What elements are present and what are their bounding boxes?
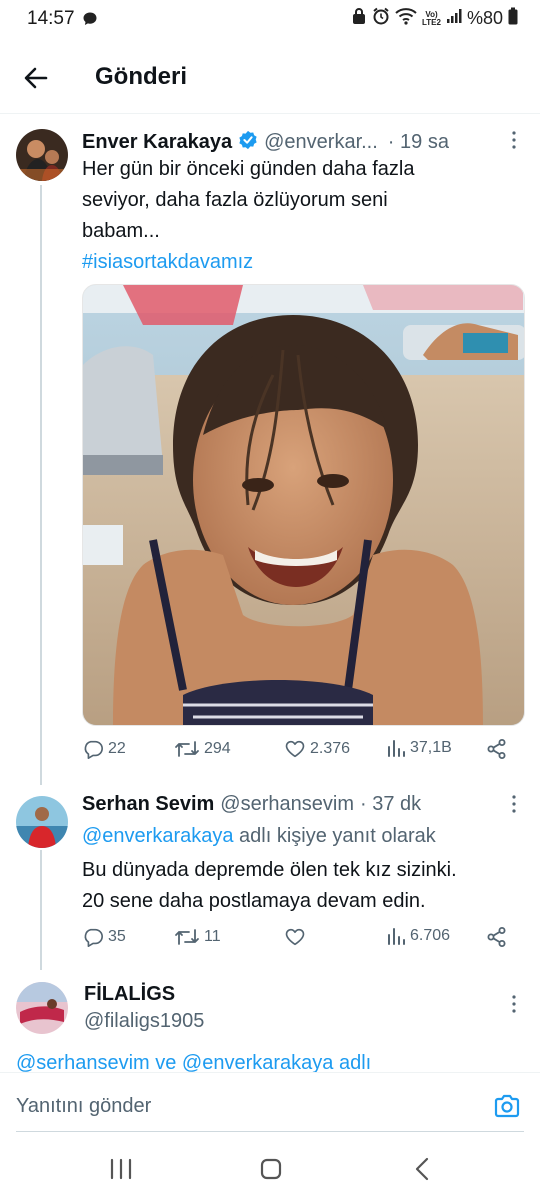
reply-input[interactable]: Yanıtını gönder	[16, 1095, 151, 1118]
tweet-actions: 35 11 6.706	[82, 926, 512, 956]
replying-to: @enverkarakaya adlı kişiye yanıt olarak	[82, 821, 436, 852]
like-button[interactable]	[284, 926, 310, 948]
author-name[interactable]: FİLALİGS	[84, 983, 175, 1006]
camera-button[interactable]	[492, 1091, 522, 1121]
tweet-actions: 22 294 2.376 37,1B	[82, 738, 512, 768]
author-handle[interactable]: @filaligs1905	[84, 1010, 204, 1033]
retweet-button[interactable]: 11	[174, 926, 221, 948]
status-bar: 14:57 Vo) LTE2 %80	[0, 0, 540, 40]
tweet-text: Her gün bir önceki günden daha fazla sev…	[82, 154, 414, 278]
recents-icon	[110, 1158, 132, 1180]
message-notification-icon	[82, 11, 98, 32]
page-title: Gönderi	[95, 63, 188, 90]
chevron-left-icon	[415, 1157, 429, 1181]
author-handle[interactable]: @enverkar...	[264, 131, 378, 154]
thread-line	[40, 850, 42, 970]
tweet-text-line: seviyor, daha fazla özlüyorum seni	[82, 189, 388, 211]
views-icon	[388, 928, 405, 945]
recents-button[interactable]	[106, 1156, 136, 1182]
home-button[interactable]	[256, 1156, 286, 1182]
page-header: Gönderi	[0, 40, 540, 114]
battery-icon	[508, 7, 518, 30]
reply-button[interactable]: 35	[82, 926, 126, 948]
tweet-text-line: Her gün bir önceki günden daha fazla	[82, 158, 415, 180]
tweet-text-line: babam...	[82, 220, 160, 242]
tweet-text-line: Bu dünyada depremde ölen tek kız sizinki…	[82, 859, 457, 881]
lte-indicator: Vo) LTE2	[422, 10, 441, 27]
alarm-icon	[372, 7, 390, 30]
lte-bottom-label: LTE2	[422, 17, 441, 27]
views-button[interactable]: 6.706	[386, 926, 450, 946]
more-options-icon[interactable]	[504, 994, 524, 1014]
retweet-count: 11	[204, 928, 221, 945]
tweet-subheader: @filaligs1905	[84, 1010, 204, 1033]
back-button[interactable]	[20, 62, 52, 94]
author-handle[interactable]: @serhansevim	[220, 793, 354, 816]
reply-button[interactable]: 22	[82, 738, 126, 760]
tweet-time: · 19 sa	[387, 131, 449, 153]
alarm-lock-icon	[351, 7, 367, 30]
reply-count: 35	[108, 928, 126, 945]
share-icon	[487, 927, 506, 947]
tweet-header: Enver Karakaya @enverkar... · 19 sa	[82, 128, 449, 154]
status-time: 14:57	[27, 8, 75, 29]
arrow-left-icon	[24, 67, 48, 89]
wifi-icon	[395, 7, 417, 30]
author-name[interactable]: Serhan Sevim	[82, 793, 214, 816]
hashtag-link[interactable]: #isiasortakdavamız	[82, 247, 414, 278]
author-name[interactable]: Enver Karakaya	[82, 131, 232, 154]
more-options-icon[interactable]	[504, 130, 524, 150]
share-button[interactable]	[486, 738, 508, 760]
heart-icon	[285, 928, 305, 946]
reply-count: 22	[108, 740, 126, 757]
reply-icon	[84, 740, 103, 759]
tweet-text-line: 20 sene daha postlamaya devam edin.	[82, 890, 426, 912]
tweet-photo[interactable]	[82, 284, 525, 726]
reply-input-underline	[16, 1131, 524, 1132]
mention-link[interactable]: @serhansevim ve @enverkarakaya adlı	[16, 1052, 371, 1072]
signal-icon	[446, 8, 462, 29]
heart-icon	[285, 740, 305, 758]
share-icon	[487, 739, 506, 759]
status-icons: Vo) LTE2 %80	[351, 7, 518, 30]
avatar[interactable]	[16, 796, 68, 848]
share-button[interactable]	[486, 926, 508, 948]
back-nav-button[interactable]	[408, 1156, 438, 1182]
views-button[interactable]: 37,1B	[386, 738, 452, 758]
views-count: 6.706	[410, 927, 451, 944]
tweet-header: Serhan Sevim @serhansevim · 37 dk	[82, 793, 421, 816]
retweet-icon	[175, 741, 199, 757]
views-icon	[388, 740, 405, 757]
reply-composer: Yanıtını gönder	[0, 1072, 540, 1138]
views-count: 37,1B	[410, 739, 452, 756]
mention-link[interactable]: @enverkarakaya	[82, 825, 233, 847]
retweet-count: 294	[204, 740, 231, 757]
tweet-time: · 37 dk	[359, 793, 422, 815]
replying-to-label: adlı kişiye yanıt olarak	[239, 825, 436, 847]
tweet-header: FİLALİGS	[84, 983, 175, 1006]
retweet-icon	[175, 929, 199, 945]
more-options-icon[interactable]	[504, 794, 524, 814]
tweet-text: Bu dünyada depremde ölen tek kız sizinki…	[82, 855, 457, 917]
like-count: 2.376	[310, 740, 351, 757]
replying-to-partial: @serhansevim ve @enverkarakaya adlı	[16, 1050, 540, 1072]
home-icon	[260, 1158, 282, 1180]
system-nav-bar	[0, 1138, 540, 1200]
like-button[interactable]: 2.376	[284, 738, 350, 760]
camera-icon	[494, 1094, 520, 1118]
battery-percent: %80	[466, 8, 503, 28]
thread-line	[40, 185, 42, 785]
avatar[interactable]	[16, 982, 68, 1034]
verified-badge-icon	[238, 130, 258, 156]
retweet-button[interactable]: 294	[174, 738, 231, 760]
avatar[interactable]	[16, 129, 68, 181]
reply-icon	[84, 928, 103, 947]
